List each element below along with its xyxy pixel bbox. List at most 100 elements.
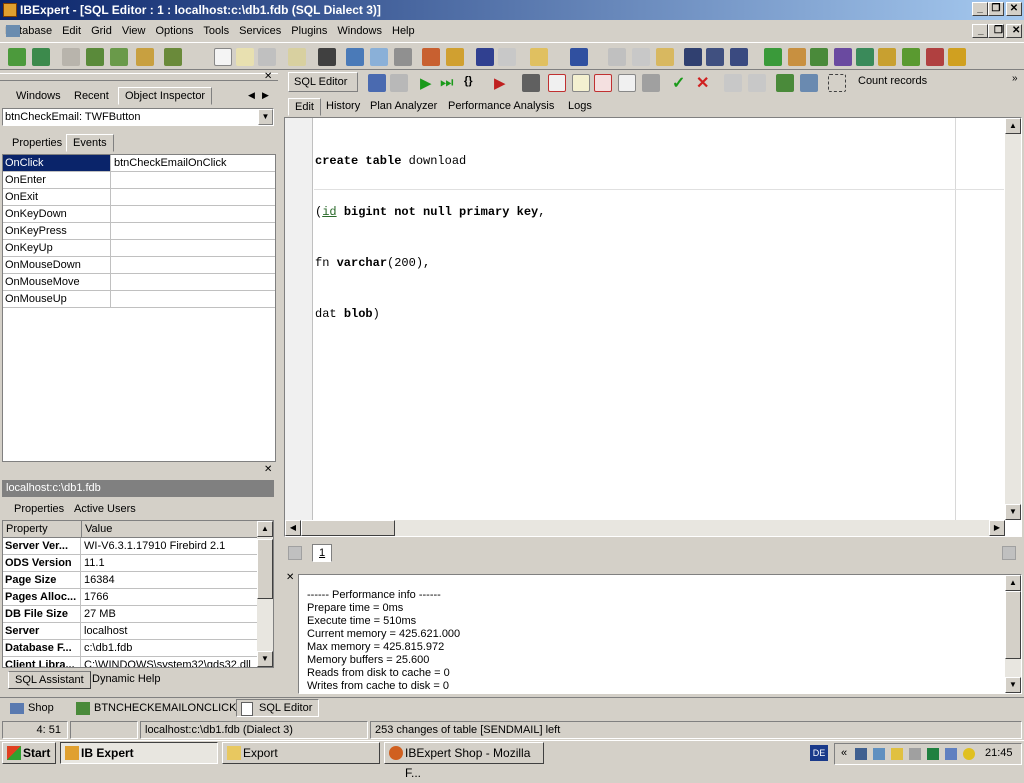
event-row[interactable]: OnKeyPress	[3, 223, 275, 240]
event-value[interactable]	[112, 291, 114, 307]
window-tab-shop[interactable]: Shop	[6, 700, 60, 718]
help-query-icon[interactable]	[368, 74, 386, 92]
new-generator-icon[interactable]	[856, 48, 874, 66]
new-file-icon[interactable]	[214, 48, 232, 66]
new-role-icon[interactable]	[948, 48, 966, 66]
print-sql-icon[interactable]	[522, 74, 540, 92]
language-indicator[interactable]: DE	[810, 745, 828, 761]
new-table-icon[interactable]	[764, 48, 782, 66]
scroll-down-icon[interactable]: ▼	[1005, 504, 1021, 520]
find-next-icon[interactable]	[706, 48, 724, 66]
scroll-down-icon[interactable]: ▼	[1005, 677, 1021, 693]
run-icon[interactable]: ▶	[420, 74, 432, 92]
exit-icon[interactable]	[164, 48, 182, 66]
run-step-icon[interactable]: ⏭	[440, 74, 454, 91]
procedure-icon[interactable]	[318, 48, 336, 66]
start-button[interactable]: Start	[2, 742, 56, 764]
replace-icon[interactable]	[730, 48, 748, 66]
close-button[interactable]: ✕	[1006, 2, 1022, 16]
new-function-icon[interactable]	[834, 48, 852, 66]
scroll-up-icon[interactable]: ▲	[257, 521, 273, 537]
count-records-button[interactable]: Count records	[858, 75, 927, 87]
tray-monitor-icon[interactable]	[927, 748, 939, 760]
rollback-icon[interactable]: ✕	[696, 73, 709, 93]
register-db-icon[interactable]	[8, 48, 26, 66]
menu-view[interactable]: View	[117, 21, 151, 41]
commit-icon[interactable]: ✓	[672, 73, 685, 93]
format-code-icon[interactable]: {}	[464, 75, 473, 87]
db-grid-scrollbar[interactable]: ▲ ▼	[257, 521, 273, 667]
settings-icon[interactable]	[800, 74, 818, 92]
scroll-thumb[interactable]	[257, 539, 273, 599]
form-view-icon[interactable]	[748, 74, 766, 92]
open-file-icon[interactable]	[236, 48, 254, 66]
unregister-db-icon[interactable]	[32, 48, 50, 66]
tray-sync-icon[interactable]	[945, 748, 957, 760]
mdi-restore-button[interactable]: ❐	[988, 24, 1004, 38]
restore-button[interactable]: ❐	[988, 2, 1004, 16]
minimize-button[interactable]: _	[972, 2, 988, 16]
tab-logs[interactable]: Logs	[562, 98, 598, 116]
page-prev-icon[interactable]	[288, 546, 302, 560]
close-panel-icon[interactable]: ✕	[264, 71, 272, 82]
tab-db-properties[interactable]: Properties	[8, 501, 70, 519]
tab-performance-analysis[interactable]: Performance Analysis	[442, 98, 560, 116]
menu-edit[interactable]: Edit	[57, 21, 86, 41]
hscroll-thumb[interactable]	[301, 520, 395, 536]
object-selector[interactable]: btnCheckEmail: TWFButton ▼	[2, 108, 274, 126]
event-row[interactable]: OnKeyUp	[3, 240, 275, 257]
new-view-icon[interactable]	[788, 48, 806, 66]
select-icon[interactable]	[828, 74, 846, 92]
user-manager-icon[interactable]	[422, 48, 440, 66]
menu-options[interactable]: Options	[151, 21, 199, 41]
menu-services[interactable]: Services	[234, 21, 286, 41]
tray-eye-icon[interactable]	[963, 748, 975, 760]
event-row[interactable]: OnMouseMove	[3, 274, 275, 291]
scroll-down-icon[interactable]: ▼	[257, 651, 273, 667]
event-value[interactable]	[112, 240, 114, 256]
db-tool-icon[interactable]	[136, 48, 154, 66]
event-value[interactable]: btnCheckEmailOnClick	[112, 155, 226, 171]
event-value[interactable]	[112, 274, 114, 290]
tray-volume-icon[interactable]	[909, 748, 921, 760]
scroll-up-icon[interactable]: ▲	[1005, 575, 1021, 591]
window-tab-sql-editor[interactable]: SQL Editor	[236, 699, 320, 717]
reconnect-icon[interactable]	[110, 48, 128, 66]
run-debug-icon[interactable]: ▶	[494, 74, 506, 92]
perf-scroll-thumb[interactable]	[1005, 591, 1021, 659]
tab-recent[interactable]: Recent	[68, 88, 115, 106]
tab-windows[interactable]: Windows	[10, 88, 67, 106]
new-query-icon[interactable]	[572, 74, 590, 92]
doc-icon[interactable]	[498, 48, 516, 66]
remove-query-icon[interactable]	[594, 74, 612, 92]
new-exception-icon[interactable]	[878, 48, 896, 66]
disabled-query-icon[interactable]	[390, 74, 408, 92]
cut-icon[interactable]	[608, 48, 626, 66]
tray-network-icon[interactable]	[873, 748, 885, 760]
query-stack-icon[interactable]	[642, 74, 660, 92]
grid-view-icon[interactable]	[724, 74, 742, 92]
search-icon[interactable]	[346, 48, 364, 66]
delete-icon[interactable]	[548, 74, 566, 92]
chevron-down-icon[interactable]: ▼	[258, 109, 273, 125]
menu-grid[interactable]: Grid	[86, 21, 117, 41]
tab-properties[interactable]: Properties	[6, 135, 68, 153]
new-procedure-icon[interactable]	[810, 48, 828, 66]
menu-tools[interactable]: Tools	[198, 21, 234, 41]
tray-app-icon[interactable]	[855, 748, 867, 760]
tab-left-arrow-icon[interactable]: ◀	[248, 90, 255, 101]
sql-editor-dropdown[interactable]: SQL Editor ▼	[288, 72, 358, 105]
event-value[interactable]	[112, 172, 114, 188]
event-row[interactable]: OnClick btnCheckEmailOnClick	[3, 155, 275, 172]
perf-scrollbar[interactable]: ▲ ▼	[1005, 575, 1021, 693]
disconnect-icon[interactable]	[86, 48, 104, 66]
mdi-minimize-button[interactable]: _	[972, 24, 988, 38]
book-icon[interactable]	[476, 48, 494, 66]
printer-icon[interactable]	[394, 48, 412, 66]
editor-hscrollbar[interactable]: ◀ ▶	[285, 520, 1005, 536]
event-value[interactable]	[112, 206, 114, 222]
close-perf-panel-icon[interactable]: ✕	[286, 572, 294, 583]
event-row[interactable]: OnMouseDown	[3, 257, 275, 274]
menu-help[interactable]: Help	[387, 21, 420, 41]
close-db-panel-icon[interactable]: ✕	[264, 464, 272, 475]
